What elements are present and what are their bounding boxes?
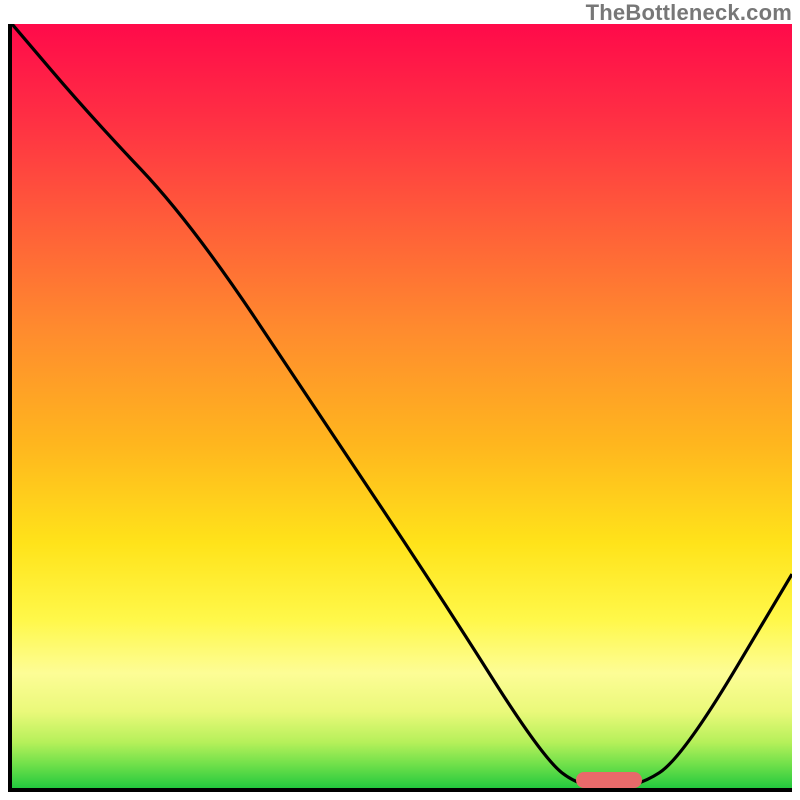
bottleneck-curve — [12, 24, 792, 788]
curve-line — [12, 24, 792, 788]
watermark-text: TheBottleneck.com — [586, 0, 792, 26]
chart-container: TheBottleneck.com — [0, 0, 800, 800]
plot-area — [8, 24, 792, 792]
optimal-range-marker — [576, 772, 642, 788]
